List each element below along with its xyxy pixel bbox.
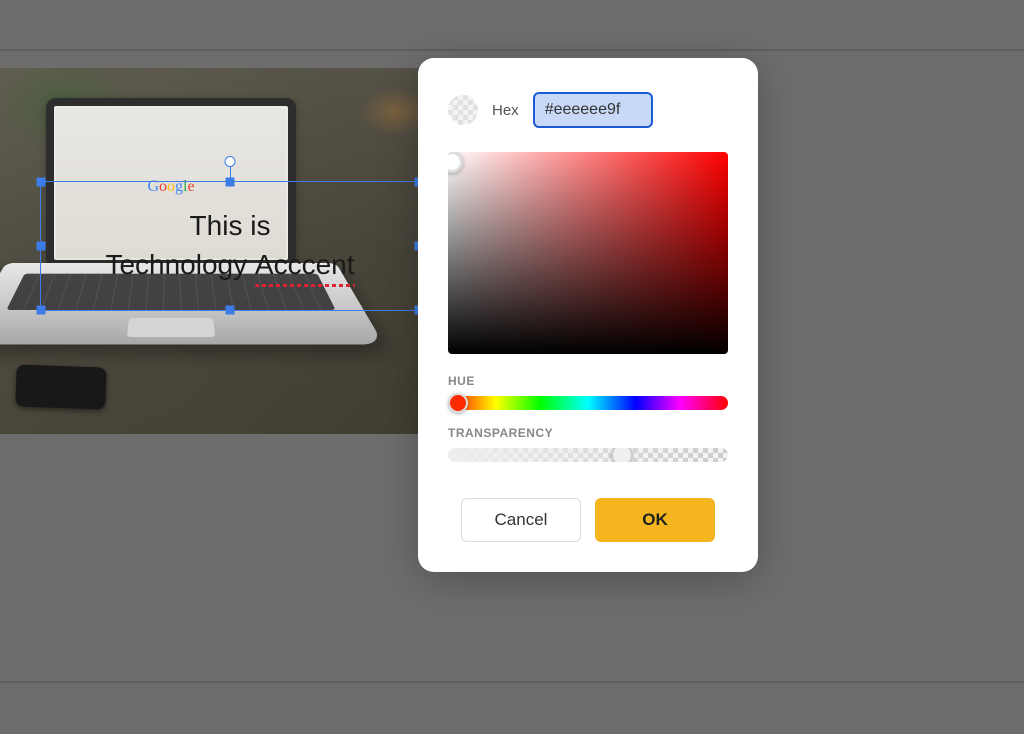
transparency-slider[interactable] bbox=[448, 448, 728, 462]
transparency-label: TRANSPARENCY bbox=[448, 426, 728, 440]
hex-input[interactable] bbox=[533, 92, 653, 128]
hex-input-row: Hex bbox=[448, 92, 728, 128]
design-canvas[interactable]: Google This is Technology Acccent bbox=[0, 68, 430, 434]
laptop-keyboard bbox=[6, 274, 335, 310]
cancel-button[interactable]: Cancel bbox=[461, 498, 581, 542]
laptop-screen-content: Google bbox=[56, 108, 286, 258]
hue-section: HUE bbox=[448, 374, 728, 410]
phone-illustration bbox=[15, 364, 106, 409]
laptop-screen: Google bbox=[46, 98, 296, 268]
transparency-slider-thumb[interactable] bbox=[611, 448, 633, 462]
dialog-button-row: Cancel OK bbox=[448, 498, 728, 542]
hex-label: Hex bbox=[492, 102, 519, 119]
color-swatch-preview[interactable] bbox=[448, 95, 478, 125]
sv-black-gradient bbox=[448, 152, 728, 354]
ok-button[interactable]: OK bbox=[595, 498, 715, 542]
transparency-section: TRANSPARENCY bbox=[448, 426, 728, 462]
laptop-illustration: Google bbox=[36, 98, 396, 388]
hue-slider[interactable] bbox=[448, 396, 728, 410]
saturation-value-area[interactable] bbox=[448, 152, 728, 354]
color-picker-dialog: Hex HUE TRANSPARENCY Cancel OK bbox=[418, 58, 758, 572]
alpha-gradient bbox=[448, 448, 728, 462]
laptop-base bbox=[0, 263, 384, 344]
hue-label: HUE bbox=[448, 374, 728, 388]
horizontal-divider-bottom bbox=[0, 681, 1024, 683]
laptop-trackpad bbox=[127, 318, 215, 337]
horizontal-divider-top bbox=[0, 49, 1024, 51]
google-logo: Google bbox=[147, 178, 194, 196]
hue-slider-thumb[interactable] bbox=[448, 393, 468, 413]
